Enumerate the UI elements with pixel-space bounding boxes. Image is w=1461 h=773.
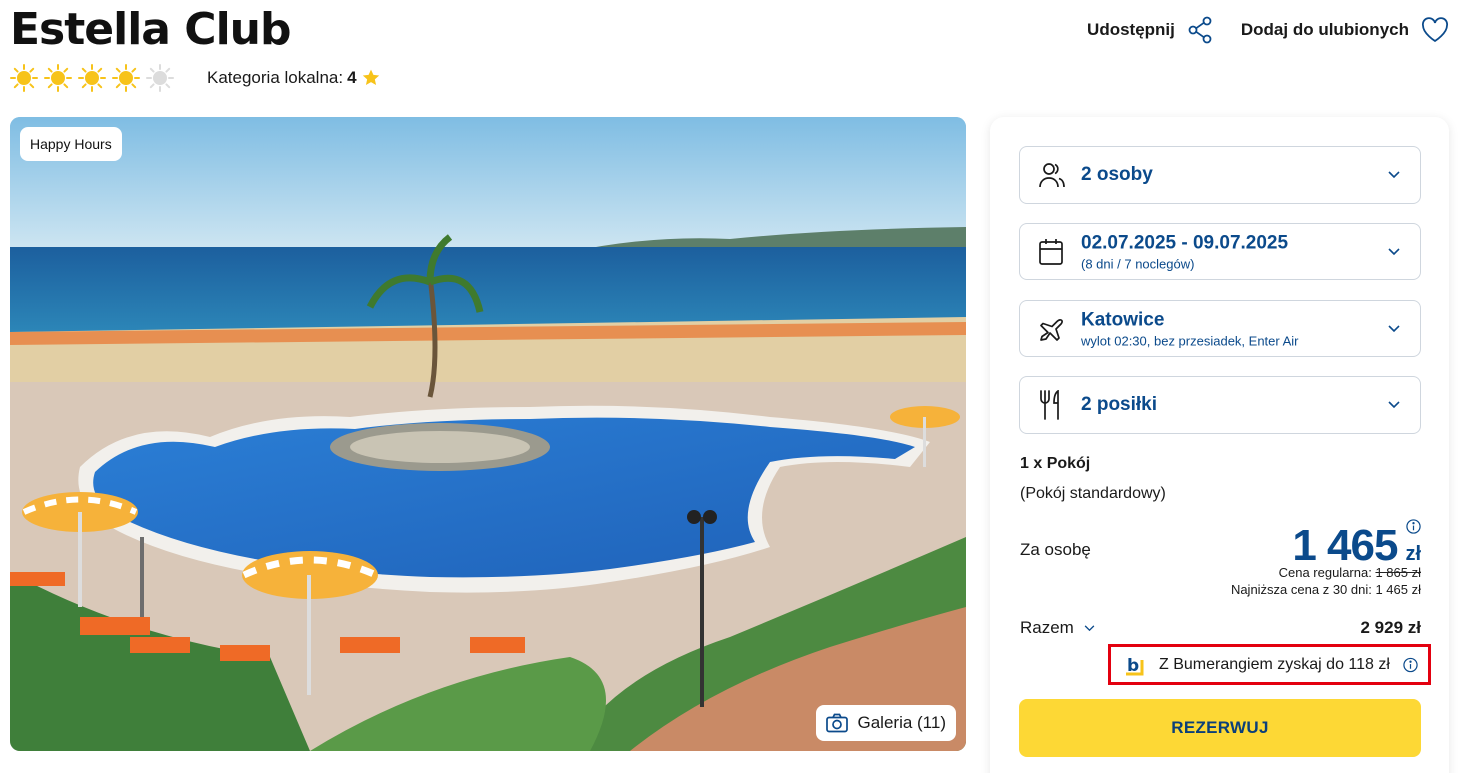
users-icon [1039, 163, 1065, 188]
sun-icon [44, 64, 72, 92]
star-icon [362, 69, 379, 85]
plane-icon [1040, 318, 1063, 341]
sun-icon [112, 64, 140, 92]
gallery-button[interactable]: Galeria (11) [815, 705, 956, 741]
flight-departure: Katowice [1081, 309, 1165, 330]
regular-price: Cena regularna: 1 865 zł [1279, 565, 1421, 580]
room-type: (Pokój standardowy) [1020, 485, 1166, 502]
regular-price-value: 1 865 zł [1375, 565, 1421, 580]
regular-price-label: Cena regularna: [1278, 565, 1372, 580]
total-value: 2 929 zł [1360, 618, 1422, 637]
heart-icon [1422, 17, 1448, 43]
local-category-label: Kategoria lokalna: [207, 68, 344, 87]
persons-selector[interactable]: 2 osoby [1019, 146, 1421, 204]
svg-text:b: b [1127, 656, 1139, 676]
total-label: Razem [1020, 618, 1074, 637]
header-actions: Udostępnij Dodaj do ulubionych [1087, 16, 1449, 44]
price-currency: zł [1405, 543, 1421, 565]
share-button[interactable]: Udostępnij [1087, 16, 1213, 44]
favorite-label: Dodaj do ulubionych [1240, 20, 1409, 39]
share-icon [1188, 16, 1212, 44]
dates-duration: (8 dni / 7 noclegów) [1081, 256, 1195, 271]
dates-selector[interactable]: 02.07.2025 - 09.07.2025 (8 dni / 7 nocle… [1019, 223, 1421, 280]
sun-icon [78, 64, 106, 92]
hotel-title: Estella Club [10, 4, 291, 55]
share-label: Udostępnij [1087, 20, 1175, 39]
local-category-value: 4 [347, 68, 357, 87]
lowest-price-30-days: Najniższa cena z 30 dni: 1 465 zł [1230, 582, 1421, 597]
chevron-down-icon [1388, 324, 1400, 332]
hotel-photo[interactable]: Happy Hours Galeria (11) [10, 117, 966, 751]
chevron-down-icon [1388, 247, 1400, 255]
reserve-button[interactable]: REZERWUJ [1019, 699, 1421, 757]
hotel-page: Estella Club Kategoria lokalna: 4 Udostę… [0, 0, 1461, 773]
booking-panel: 2 osoby 02.07.2025 - 09.07.2025 (8 dni /… [990, 117, 1449, 773]
favorite-button[interactable]: Dodaj do ulubionych [1241, 17, 1449, 43]
sun-icon [10, 64, 38, 92]
bumerang-promo[interactable]: b Z Bumerangiem zyskaj do 118 zł [1108, 644, 1431, 685]
gallery-label: Galeria (11) [857, 713, 947, 732]
info-icon[interactable] [1403, 657, 1418, 672]
bumerang-logo-icon: b [1126, 656, 1144, 676]
local-category: Kategoria lokalna: 4 [207, 68, 381, 88]
bumerang-text: Z Bumerangiem zyskaj do 118 zł [1159, 655, 1390, 673]
per-person-label: Za osobę [1020, 540, 1091, 559]
calendar-icon [1039, 238, 1063, 265]
persons-value: 2 osoby [1081, 164, 1153, 185]
camera-icon [825, 713, 848, 733]
chevron-down-icon [1388, 401, 1400, 409]
dates-value: 02.07.2025 - 09.07.2025 [1081, 232, 1289, 253]
sun-rating [10, 64, 174, 92]
total-toggle[interactable]: Razem [1020, 618, 1095, 638]
happy-hours-badge: Happy Hours [20, 127, 122, 161]
cutlery-icon [1040, 390, 1059, 420]
sun-empty-icon [146, 64, 174, 92]
meals-value: 2 posiłki [1081, 394, 1158, 415]
meals-selector[interactable]: 2 posiłki [1019, 376, 1421, 434]
room-count: 1 x Pokój [1020, 455, 1091, 472]
resort-pool-image [10, 117, 966, 751]
chevron-down-icon [1084, 624, 1095, 631]
flight-details: wylot 02:30, bez przesiadek, Enter Air [1081, 333, 1299, 348]
flight-selector[interactable]: Katowice wylot 02:30, bez przesiadek, En… [1019, 300, 1421, 357]
price-value: 1 465 [1292, 521, 1398, 570]
chevron-down-icon [1388, 171, 1400, 179]
price-per-person: 1 465 zł [1292, 521, 1421, 571]
